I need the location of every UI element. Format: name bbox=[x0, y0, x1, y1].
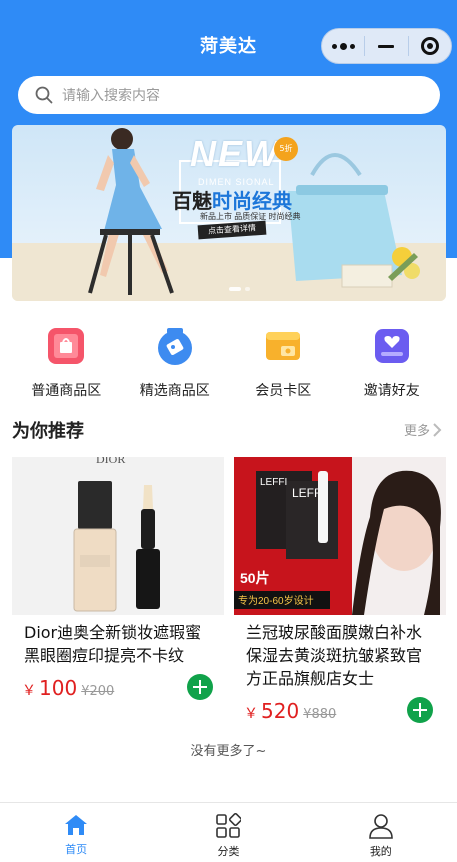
page: 菏美达 请输入搜索内容 NEW 5折 DIMEN SIONAL 百魅时尚经典 新… bbox=[0, 0, 457, 862]
more-label: 更多 bbox=[404, 424, 431, 439]
ticket-icon bbox=[157, 328, 192, 365]
target-close-icon bbox=[420, 37, 439, 55]
add-to-cart-button[interactable] bbox=[187, 674, 213, 700]
search-bar[interactable]: 请输入搜索内容 bbox=[18, 76, 440, 114]
tab-home[interactable]: 首页 bbox=[0, 803, 152, 862]
tab-label: 我的 bbox=[369, 845, 392, 858]
member-card-icon bbox=[266, 332, 301, 360]
product-name: Dior迪奥全新锁妆遮瑕蜜黑眼圈痘印提亮不卡纹 bbox=[24, 623, 202, 665]
category-label: 普通商品区 bbox=[31, 383, 102, 399]
close-button[interactable] bbox=[409, 29, 451, 63]
tab-label: 首页 bbox=[65, 843, 88, 856]
pager-dot bbox=[245, 287, 250, 291]
price-original: ¥200 bbox=[81, 684, 115, 699]
category-label: 会员卡区 bbox=[255, 383, 312, 399]
promo-banner[interactable]: NEW 5折 DIMEN SIONAL 百魅时尚经典 新品上市 品质保证 时尚经… bbox=[12, 125, 446, 301]
bag-icon bbox=[48, 328, 85, 364]
search-icon bbox=[35, 86, 53, 104]
product-image-caption: 专为20-60岁设计 bbox=[238, 594, 314, 607]
price-current: 520 bbox=[261, 699, 300, 723]
more-dots-icon bbox=[331, 42, 355, 50]
product-card[interactable]: LEFFI LEFFI 50片 专为20-60岁设计 兰冠玻尿酸面膜嫩白补水保湿… bbox=[234, 457, 446, 733]
tab-label: 分类 bbox=[217, 845, 240, 858]
banner-new-text: NEW bbox=[190, 133, 280, 174]
price-row: ￥ 520 ¥880 bbox=[244, 699, 336, 723]
banner-small-text: 新品上市 品质保证 时尚经典 bbox=[200, 212, 301, 221]
search-placeholder: 请输入搜索内容 bbox=[62, 88, 160, 104]
category-grid-icon bbox=[216, 813, 242, 838]
product-name: 兰冠玻尿酸面膜嫩白补水保湿去黄淡斑抗皱紧致官方正品旗舰店女士 bbox=[246, 623, 423, 688]
price-original: ¥880 bbox=[303, 707, 337, 722]
banner-headline-a: 百魅 bbox=[172, 191, 212, 213]
product-image-brand: LEFFI bbox=[260, 477, 287, 488]
add-to-cart-button[interactable] bbox=[407, 697, 433, 723]
no-more-note: 没有更多了~ bbox=[190, 744, 267, 759]
chevron-right-icon bbox=[433, 422, 442, 437]
banner-headline-b: 时尚经典 bbox=[212, 191, 292, 213]
invite-heart-icon bbox=[374, 329, 409, 363]
section-title: 为你推荐 bbox=[12, 421, 84, 442]
product-image: LEFFI LEFFI 50片 专为20-60岁设计 bbox=[234, 457, 446, 615]
tab-mine[interactable]: 我的 bbox=[305, 803, 457, 862]
price-currency: ￥ bbox=[244, 706, 258, 722]
category-label: 精选商品区 bbox=[139, 383, 210, 399]
banner-discount-badge: 5折 bbox=[274, 137, 298, 161]
banner-pager bbox=[229, 287, 250, 291]
home-icon bbox=[65, 815, 88, 835]
product-card[interactable]: DIOR Dior迪奥全新锁妆遮瑕蜜黑眼圈痘印提亮不卡纹 ￥ 100 ¥200 bbox=[12, 457, 224, 733]
category-label: 邀请好友 bbox=[363, 383, 420, 399]
category-invite-friends[interactable]: 邀请好友 bbox=[338, 326, 447, 402]
category-normal-goods[interactable]: 普通商品区 bbox=[12, 326, 121, 402]
category-selected-goods[interactable]: 精选商品区 bbox=[121, 326, 230, 402]
tab-category[interactable]: 分类 bbox=[152, 803, 304, 862]
more-link[interactable]: 更多 bbox=[404, 420, 442, 439]
price-currency: ￥ bbox=[22, 683, 36, 699]
product-image-badge: 50片 bbox=[240, 570, 270, 586]
pager-dot-active bbox=[229, 287, 241, 291]
tab-bar: 首页 分类 我的 bbox=[0, 802, 457, 862]
minimize-button[interactable] bbox=[365, 29, 407, 63]
price-current: 100 bbox=[39, 676, 78, 700]
banner-headline: 百魅时尚经典 bbox=[172, 185, 292, 214]
category-member-card[interactable]: 会员卡区 bbox=[229, 326, 338, 402]
product-image: DIOR bbox=[12, 457, 224, 615]
user-icon bbox=[369, 814, 393, 839]
product-image-brand: DIOR bbox=[96, 457, 125, 466]
category-nav: 普通商品区 精选商品区 会员卡区 邀请好友 bbox=[12, 326, 446, 402]
price-row: ￥ 100 ¥200 bbox=[22, 676, 114, 700]
more-button[interactable] bbox=[322, 29, 364, 63]
minimize-icon bbox=[378, 44, 395, 48]
mini-program-capsule bbox=[321, 28, 452, 64]
